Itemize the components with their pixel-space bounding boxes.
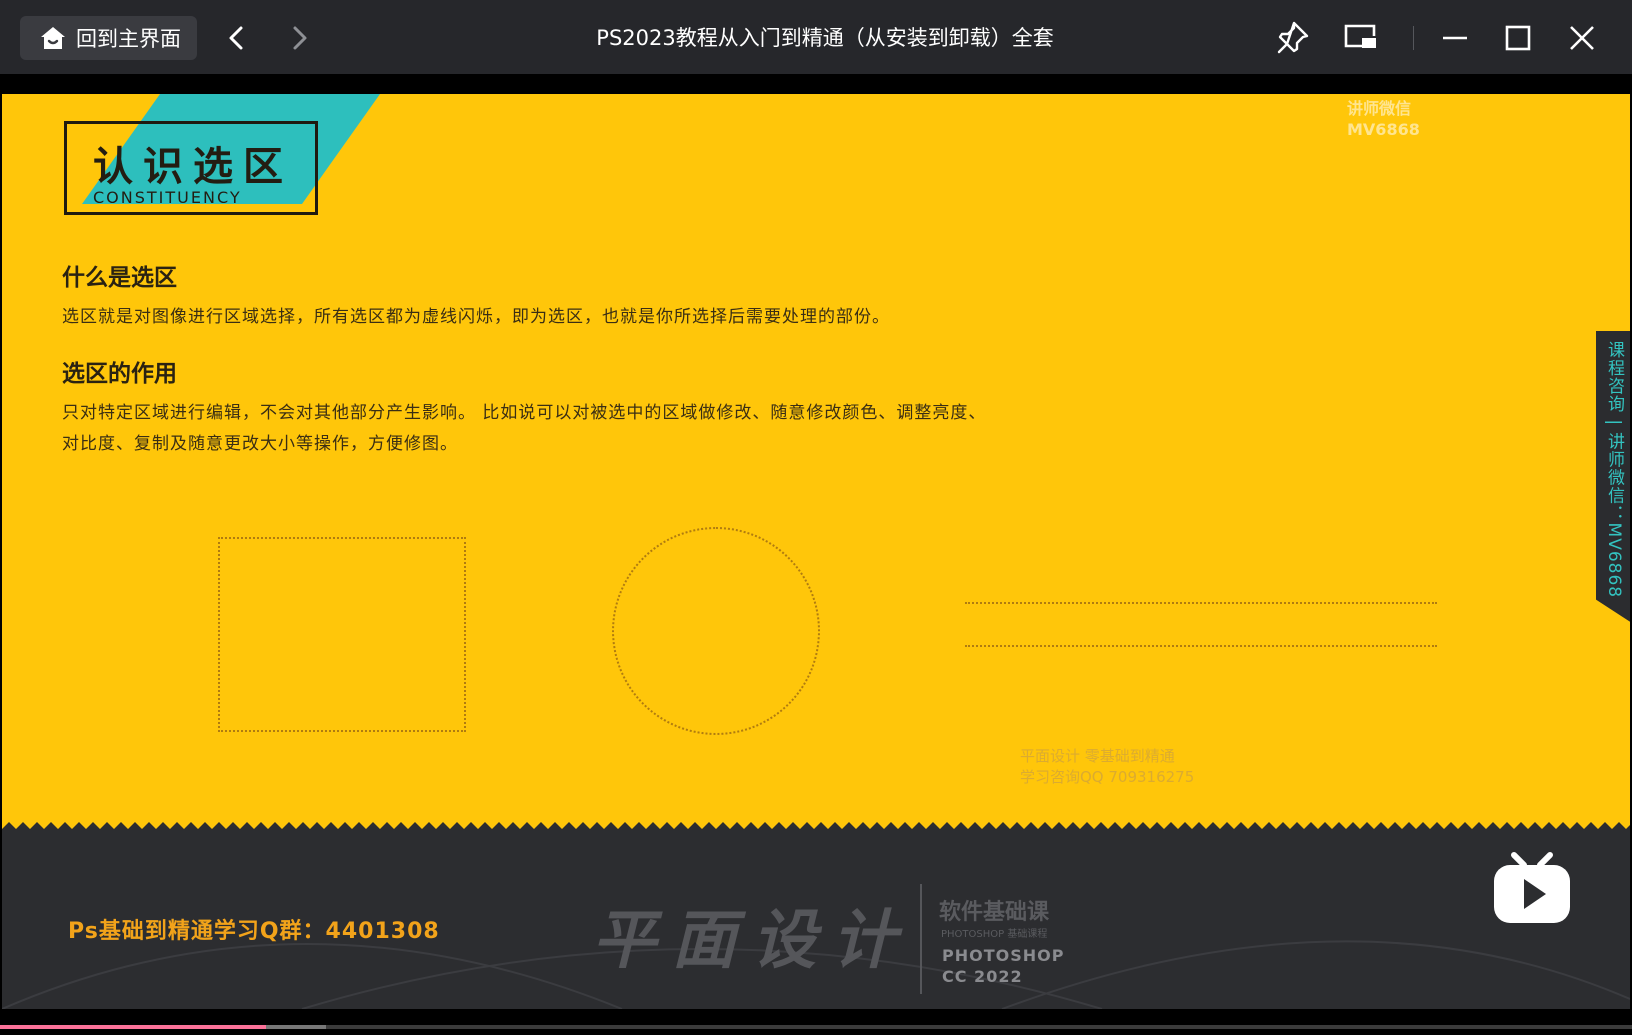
logo-divider <box>920 884 922 994</box>
back-arrow-icon[interactable] <box>219 20 255 56</box>
watermark-top-right: 讲师微信 MV6868 <box>1347 98 1420 140</box>
pin-icon[interactable] <box>1272 18 1312 58</box>
slide-title-box: 认识选区 CONSTITUENCY <box>64 121 318 215</box>
slide-title: 认识选区 <box>93 143 293 190</box>
minimize-icon[interactable] <box>1435 18 1475 58</box>
video-progress-bar[interactable] <box>0 1025 1632 1029</box>
row-selection-demo <box>965 645 1437 647</box>
home-button[interactable]: 回到主界面 <box>20 16 197 60</box>
brand-logo-text: 平面设计 <box>592 903 912 978</box>
rectangle-selection-demo <box>218 537 466 732</box>
watermark-line: MV6868 <box>1347 120 1420 139</box>
slide-subtitle: CONSTITUENCY <box>93 188 242 207</box>
qq-group-text: Ps基础到精通学习Q群：4401308 <box>68 919 440 944</box>
home-icon <box>41 27 65 49</box>
progress-played <box>0 1025 267 1029</box>
watermark-center: 平面设计 零基础到精通 学习咨询QQ 709316275 <box>1020 746 1194 788</box>
forward-arrow-icon[interactable] <box>281 20 317 56</box>
section-text-usage-line1: 只对特定区域进行编辑，不会对其他部分产生影响。 比如说可以对被选中的区域做修改、… <box>62 403 987 423</box>
close-icon[interactable] <box>1562 18 1602 58</box>
section-text-usage-line2: 对比度、复制及随意更改大小等操作，方便修图。 <box>62 434 458 454</box>
logo-line-basic: PHOTOSHOP 基础课程 <box>941 929 1048 940</box>
letterbox-top <box>0 74 1632 94</box>
watermark-line: 平面设计 零基础到精通 <box>1020 747 1175 765</box>
logo-line-version: CC 2022 <box>942 967 1023 986</box>
title-bar: 回到主界面 PS2023教程从入门到精通（从安装到卸载）全套 <box>0 0 1632 74</box>
logo-line-photoshop: PHOTOSHOP <box>942 946 1065 965</box>
maximize-icon[interactable] <box>1498 18 1538 58</box>
contact-side-tab-label: 课程咨询 | 讲师微信：MV6868 <box>1604 341 1624 599</box>
row-selection-demo <box>965 602 1437 604</box>
window-title: PS2023教程从入门到精通（从安装到卸载）全套 <box>596 26 1054 50</box>
section-text-what: 选区就是对图像进行区域选择，所有选区都为虚线闪烁，即为选区，也就是你所选择后需要… <box>62 307 890 327</box>
ellipse-selection-demo <box>612 527 820 735</box>
bilibili-tv-icon[interactable] <box>1490 849 1574 927</box>
video-frame[interactable]: 认识选区 CONSTITUENCY 讲师微信 MV6868 什么是选区 选区就是… <box>2 94 1630 1009</box>
home-button-label: 回到主界面 <box>76 27 181 51</box>
picture-in-picture-icon[interactable] <box>1340 18 1380 58</box>
watermark-line: 讲师微信 <box>1347 99 1412 118</box>
contact-side-tab[interactable]: 课程咨询 | 讲师微信：MV6868 <box>1596 331 1630 623</box>
watermark-line: 学习咨询QQ 709316275 <box>1020 768 1195 786</box>
logo-line-course: 软件基础课 <box>939 900 1050 925</box>
section-heading-what: 什么是选区 <box>62 265 177 291</box>
section-heading-usage: 选区的作用 <box>62 361 177 387</box>
titlebar-divider <box>1413 26 1414 50</box>
